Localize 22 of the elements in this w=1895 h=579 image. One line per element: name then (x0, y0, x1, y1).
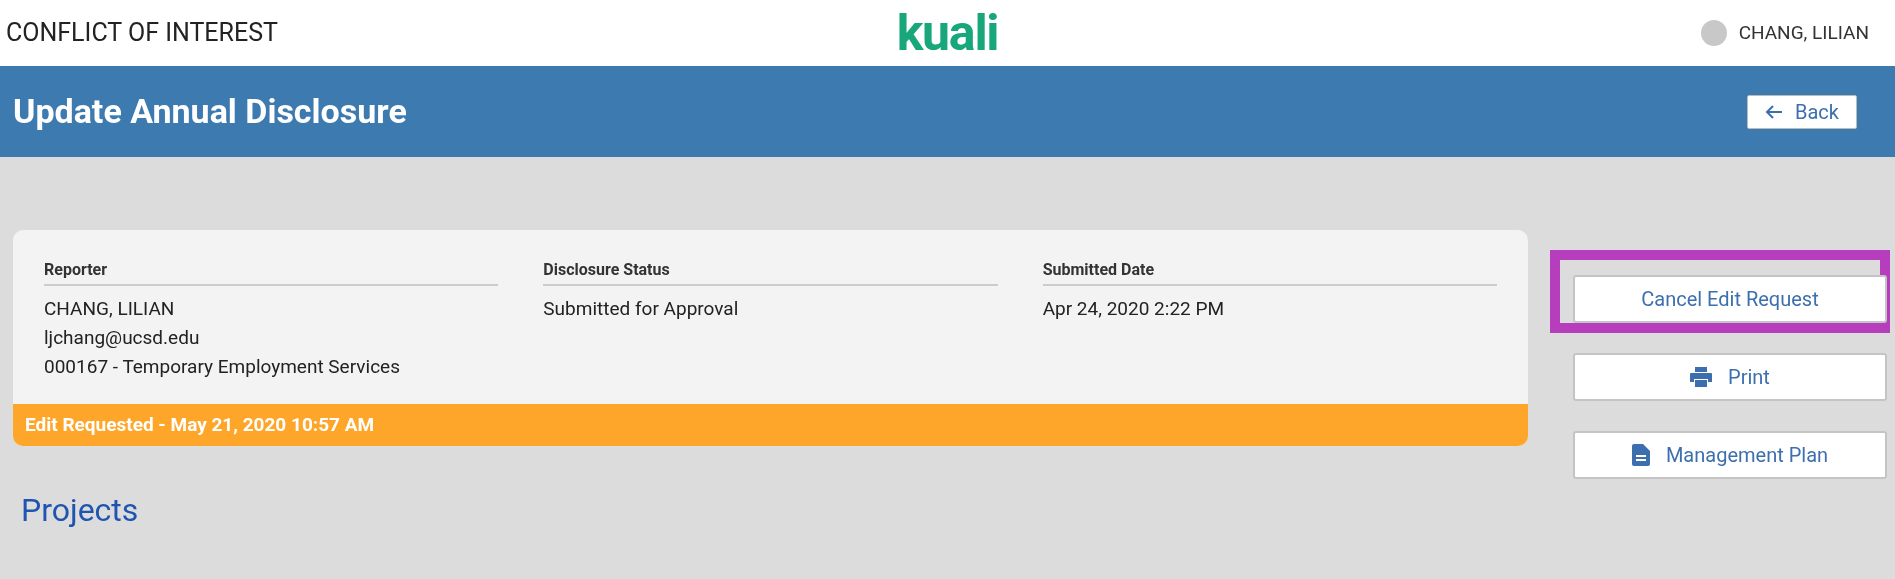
document-icon (1631, 444, 1650, 466)
field-value: Submitted for Approval (543, 296, 740, 322)
field-value: ljchang@ucsd.edu (44, 325, 201, 351)
action-button[interactable]: Management Plan (1573, 431, 1887, 479)
user-name[interactable]: CHANG, LILIAN (1738, 18, 1869, 48)
printer-icon (1690, 367, 1713, 387)
field-value: CHANG, LILIAN (44, 296, 176, 322)
arrow-left-icon (1765, 103, 1783, 120)
avatar-icon (1700, 20, 1727, 46)
app-title: CONFLICT OF INTEREST (6, 17, 279, 50)
field-label: Submitted Date (1042, 258, 1497, 286)
action-button[interactable]: Print (1573, 353, 1887, 401)
field-value: Apr 24, 2020 2:22 PM (1042, 296, 1226, 322)
field-label: Disclosure Status (543, 258, 998, 286)
action-button[interactable]: Cancel Edit Request (1573, 275, 1887, 323)
page-title: Update Annual Disclosure (13, 90, 407, 133)
field-value: 000167 - Temporary Employment Services (44, 354, 401, 380)
edit-requested-banner: Edit Requested - May 21, 2020 10:57 AM (13, 404, 1528, 446)
kuali-logo: kuali (896, 8, 999, 58)
section-heading: Projects (21, 490, 140, 531)
field-label: Reporter (44, 258, 499, 286)
back-button[interactable]: Back (1747, 94, 1857, 129)
